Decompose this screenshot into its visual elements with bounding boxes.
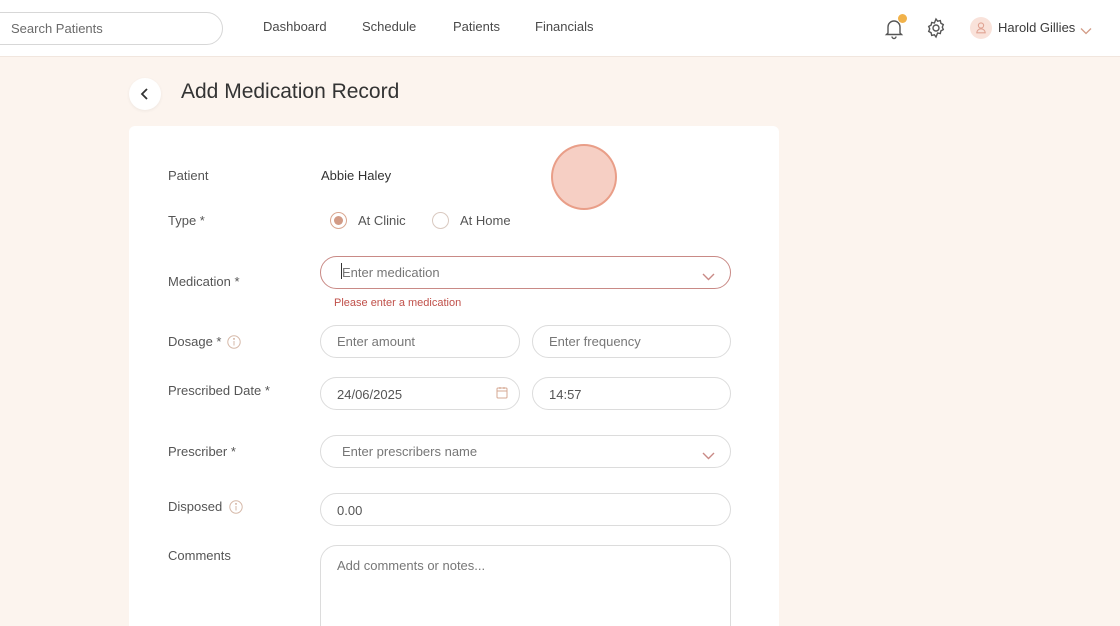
medication-error: Please enter a medication — [334, 297, 462, 309]
dosage-label: Dosage * — [168, 334, 222, 349]
medication-select[interactable] — [320, 256, 731, 289]
prescribed-date-input[interactable]: 24/06/2025 — [320, 377, 520, 410]
radio-at-clinic[interactable] — [330, 212, 347, 229]
radio-at-clinic-label[interactable]: At Clinic — [358, 213, 406, 228]
prescribed-date-value: 24/06/2025 — [337, 387, 403, 402]
notification-dot — [898, 14, 907, 23]
type-label: Type * — [168, 213, 205, 228]
disposed-input[interactable]: 0.00 — [320, 493, 731, 526]
dosage-frequency-input[interactable] — [532, 325, 731, 358]
text-caret — [341, 263, 342, 279]
info-icon[interactable] — [229, 500, 243, 514]
comments-label: Comments — [168, 548, 231, 563]
nav-dashboard[interactable]: Dashboard — [263, 19, 327, 34]
nav-financials[interactable]: Financials — [535, 19, 594, 34]
chevron-down-icon[interactable] — [1080, 23, 1092, 35]
page-title: Add Medication Record — [181, 80, 400, 103]
patient-value: Abbie Haley — [321, 168, 392, 183]
prescriber-select[interactable] — [320, 435, 731, 468]
chevron-left-icon — [140, 88, 148, 100]
prescriber-label: Prescriber * — [168, 444, 236, 459]
disposed-value: 0.00 — [337, 503, 363, 518]
dosage-amount-input[interactable] — [320, 325, 520, 358]
prescribed-date-label: Prescribed Date * — [168, 383, 270, 398]
calendar-icon[interactable] — [496, 386, 510, 400]
chevron-down-icon[interactable] — [702, 447, 715, 460]
radio-at-home-label[interactable]: At Home — [460, 213, 511, 228]
back-button[interactable] — [129, 78, 161, 110]
nav-patients[interactable]: Patients — [453, 19, 500, 34]
user-avatar[interactable] — [970, 17, 992, 39]
gear-icon[interactable] — [924, 16, 948, 40]
chevron-down-icon[interactable] — [702, 268, 715, 281]
nav-schedule[interactable]: Schedule — [362, 19, 416, 34]
medication-label: Medication * — [168, 274, 240, 289]
prescribed-time-input[interactable]: 14:57 — [532, 377, 731, 410]
prescribed-time-value: 14:57 — [549, 387, 582, 402]
top-bar: Dashboard Schedule Patients Financials H… — [0, 0, 1120, 57]
info-icon[interactable] — [227, 335, 241, 349]
patient-label: Patient — [168, 168, 209, 183]
radio-at-home[interactable] — [432, 212, 449, 229]
comments-textarea[interactable] — [320, 545, 731, 626]
disposed-label: Disposed — [168, 499, 223, 514]
search-patients-input[interactable] — [0, 12, 223, 45]
user-name[interactable]: Harold Gillies — [998, 20, 1075, 35]
